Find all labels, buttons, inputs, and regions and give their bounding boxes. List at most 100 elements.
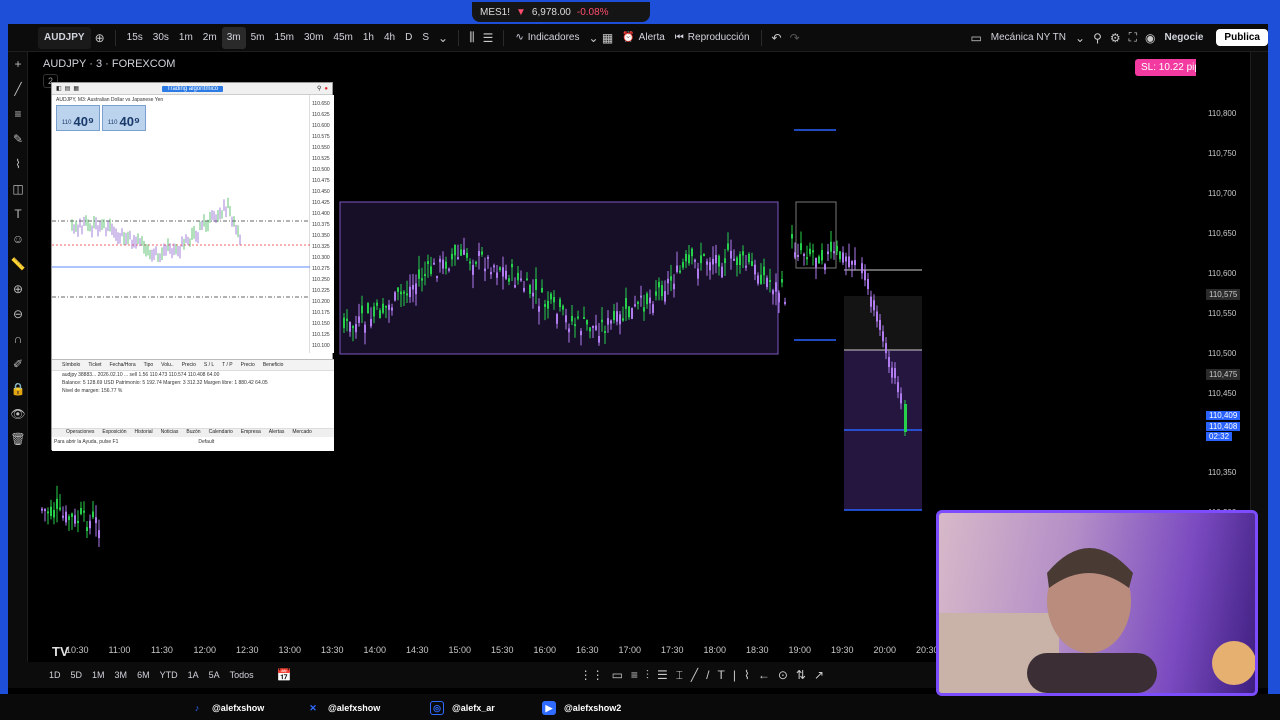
timeframe-15s[interactable]: 15s <box>122 27 148 49</box>
redo-icon[interactable]: ↷ <box>786 31 804 45</box>
timeframe-5m[interactable]: 5m <box>246 27 270 49</box>
trendline-icon[interactable]: ╱ <box>8 77 28 102</box>
timeframe-30s[interactable]: 30s <box>148 27 174 49</box>
brush-icon[interactable]: ✎ <box>8 127 28 152</box>
mt5-price-chart[interactable] <box>52 95 310 353</box>
mt5-record-icon[interactable]: ● <box>324 86 328 92</box>
fib-icon[interactable]: ≡ <box>8 102 28 127</box>
chart-type-icon[interactable]: ☰ <box>479 31 498 45</box>
range-5a[interactable]: 5A <box>204 670 225 680</box>
timeframe-1m[interactable]: 1m <box>174 27 198 49</box>
rect-tool-icon[interactable]: ▭ <box>608 668 627 682</box>
range-1d[interactable]: 1D <box>44 670 66 680</box>
calendar-icon[interactable]: 📅 <box>273 668 296 682</box>
text-tool-icon[interactable]: T <box>713 668 728 682</box>
column-header[interactable]: Tipo <box>144 362 154 368</box>
mt5-profile-icon[interactable]: ▦ <box>73 85 79 92</box>
range-3m[interactable]: 3M <box>110 670 133 680</box>
compare-icon[interactable]: ⊕ <box>91 31 109 45</box>
favorite-tools-icon[interactable]: ⋮⋮ <box>576 668 608 682</box>
measure-icon[interactable]: ⌶ <box>672 668 687 683</box>
timeframe-1h[interactable]: 1h <box>358 27 379 49</box>
camera-icon[interactable]: ◉ <box>1141 31 1159 45</box>
column-header[interactable]: Fecha/Hora <box>110 362 136 368</box>
arrow-left-icon[interactable]: ← <box>754 668 774 682</box>
toolbox-tab-empresa[interactable]: Empresa <box>241 429 261 437</box>
column-header[interactable]: Ticket <box>88 362 101 368</box>
pitchfork-icon[interactable]: ⫶ <box>642 668 653 683</box>
range-5d[interactable]: 5D <box>66 670 88 680</box>
column-header[interactable]: Precio <box>241 362 255 368</box>
toolbox-tab-operaciones[interactable]: Operaciones <box>66 429 94 437</box>
column-header[interactable]: T / P <box>222 362 232 368</box>
publish-button[interactable]: Publica <box>1216 29 1268 46</box>
column-header[interactable]: Volu.. <box>161 362 174 368</box>
timeframe-2m[interactable]: 2m <box>198 27 222 49</box>
settings-icon[interactable]: ⚙ <box>1106 31 1125 45</box>
timeframe-S[interactable]: S <box>417 27 434 49</box>
timeframe-15m[interactable]: 15m <box>270 27 299 49</box>
eye-icon[interactable]: 👁 <box>8 402 28 427</box>
ruler-icon[interactable]: 📏 <box>8 252 28 277</box>
mt5-search-icon[interactable]: ⚲ <box>317 85 321 92</box>
channel-icon[interactable]: ☰ <box>653 668 672 682</box>
timeframe-30m[interactable]: 30m <box>299 27 328 49</box>
circle-tool-icon[interactable]: ⊙ <box>774 668 792 682</box>
fullscreen-icon[interactable]: ⛶ <box>1125 30 1141 45</box>
long-position-icon[interactable]: ⇅ <box>792 668 810 682</box>
column-header[interactable]: Símbolo <box>62 362 80 368</box>
search-icon[interactable]: ⚲ <box>1089 31 1106 45</box>
line-icon[interactable]: / <box>702 668 713 682</box>
mt5-chart[interactable]: AUDJPY, M3: Australian Dollar vs Japanes… <box>52 95 310 353</box>
replay-button[interactable]: ⏮ Reproducción <box>670 27 755 49</box>
range-1a[interactable]: 1A <box>183 670 204 680</box>
toolbox-tab-historial[interactable]: Historial <box>135 429 153 437</box>
brush-tool-icon[interactable]: ⌇ <box>740 668 754 682</box>
path-icon[interactable]: ╱ <box>687 668 702 682</box>
range-todos[interactable]: Todos <box>225 670 259 680</box>
toolbox-tab-noticias[interactable]: Noticias <box>161 429 179 437</box>
timeframe-3m[interactable]: 3m <box>221 26 246 49</box>
symbol-search-button[interactable]: AUDJPY <box>38 26 91 49</box>
lock-icon[interactable]: 🔒 <box>8 377 28 402</box>
fib-tool-icon[interactable]: ≡ <box>627 668 642 682</box>
toolbox-tab-calendario[interactable]: Calendario <box>209 429 233 437</box>
mt5-new-order-icon[interactable]: ◧ <box>56 85 62 92</box>
magnet-icon[interactable]: ∩ <box>8 327 28 352</box>
column-header[interactable]: Beneficio <box>263 362 284 368</box>
alert-button[interactable]: ⏰ Alerta <box>617 27 670 49</box>
toolbox-tab-alertas[interactable]: Alertas <box>269 429 285 437</box>
crosshair-icon[interactable]: + <box>8 52 28 77</box>
timeframe-45m[interactable]: 45m <box>328 27 357 49</box>
pattern-icon[interactable]: ◫ <box>8 177 28 202</box>
column-header[interactable]: Precio <box>182 362 196 368</box>
pencil-lock-icon[interactable]: ✐ <box>8 352 28 377</box>
text-icon[interactable]: T <box>8 202 28 227</box>
indicators-button[interactable]: ∿ Indicadores <box>510 27 584 49</box>
layout-icon[interactable]: ▭ <box>966 31 985 45</box>
chevron-down-icon[interactable]: ⌄ <box>1071 31 1089 45</box>
undo-icon[interactable]: ↶ <box>768 31 786 45</box>
toolbox-tab-exposición[interactable]: Exposición <box>102 429 126 437</box>
range-1m[interactable]: 1M <box>87 670 110 680</box>
templates-icon[interactable]: ⌄ ▦ <box>584 31 617 45</box>
algo-trading-button[interactable]: Trading algorítmico <box>162 85 224 92</box>
timeframe-4h[interactable]: 4h <box>379 27 400 49</box>
layout-name-button[interactable]: Mecánica NY TN <box>986 27 1071 49</box>
shapes-icon[interactable]: ⌇ <box>8 152 28 177</box>
forecast-icon[interactable]: ↗ <box>810 668 828 682</box>
trade-button[interactable]: Negocie <box>1160 27 1209 49</box>
column-header[interactable]: S / L <box>204 362 214 368</box>
timeframe-D[interactable]: D <box>400 27 417 49</box>
zoom-in-icon[interactable]: ⊕ <box>8 277 28 302</box>
mt5-chart-icon[interactable]: ▤ <box>65 85 71 92</box>
position-row[interactable]: audjpy 38883... 2026.02.10 ... sell 1.56… <box>52 371 334 379</box>
bar-style-icon[interactable]: ⫼ <box>465 30 479 45</box>
vertical-line-icon[interactable]: | <box>729 668 740 682</box>
emoji-icon[interactable]: ☺ <box>8 227 28 252</box>
toolbox-tab-buzón[interactable]: Buzón <box>186 429 200 437</box>
chevron-down-icon[interactable]: ⌄ <box>434 31 452 45</box>
range-6m[interactable]: 6M <box>132 670 155 680</box>
range-ytd[interactable]: YTD <box>155 670 183 680</box>
zoom-out-icon[interactable]: ⊖ <box>8 302 28 327</box>
